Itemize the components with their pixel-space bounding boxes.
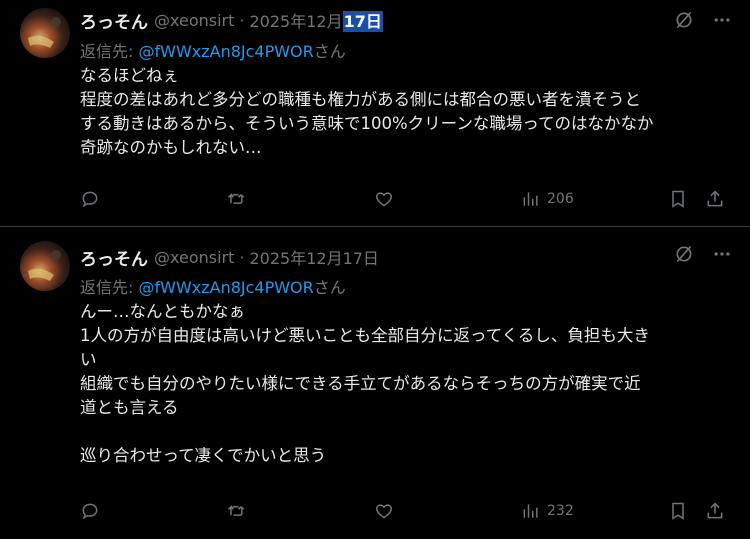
post-date-highlighted: 17日 xyxy=(342,11,383,32)
views-button[interactable]: 206 xyxy=(521,188,574,210)
separator-dot: · xyxy=(239,10,245,30)
like-button[interactable] xyxy=(374,188,394,210)
post-top-actions xyxy=(674,244,732,264)
share-upload-icon xyxy=(707,190,723,207)
post-action-bar: 206 xyxy=(80,188,735,210)
post-header: ろっそん @xeonsirt · 2025年12月17日 xyxy=(80,6,383,34)
tweet-card[interactable]: ろっそん @xeonsirt · 2025年12月17日 返信先: @fWWxz… xyxy=(0,227,750,539)
more-dots-icon[interactable] xyxy=(712,244,732,264)
post-header: ろっそん @xeonsirt · 2025年12月17日 xyxy=(80,243,379,271)
post-text-line: 程度の差はあれど多分どの職種も権力がある側には都合の悪い者を潰そうと xyxy=(80,90,641,109)
post-text-blank-line xyxy=(80,420,735,444)
bookmark-button[interactable] xyxy=(668,500,688,522)
bookmark-icon xyxy=(672,502,684,520)
user-handle[interactable]: @xeonsirt xyxy=(154,248,234,267)
reply-to-line: 返信先: @fWWxzAn8Jc4PWORさん xyxy=(80,38,346,62)
avatar[interactable] xyxy=(20,8,70,58)
post-text-line: んー…なんともかなぁ xyxy=(80,302,245,321)
separator-dot: · xyxy=(239,247,245,267)
repost-icon xyxy=(227,505,245,516)
reply-mention-link[interactable]: @fWWxzAn8Jc4PWOR xyxy=(138,278,313,297)
repost-button[interactable] xyxy=(226,188,246,210)
avatar[interactable] xyxy=(20,241,70,291)
post-date[interactable]: 2025年12月17日 xyxy=(249,245,378,269)
share-button[interactable] xyxy=(705,188,725,210)
post-top-actions xyxy=(674,10,732,30)
repost-icon xyxy=(227,193,245,204)
more-dots-icon[interactable] xyxy=(712,10,732,30)
post-text-line: い xyxy=(80,350,97,369)
reply-button[interactable] xyxy=(80,188,100,210)
repost-button[interactable] xyxy=(226,500,246,522)
post-text-line: する動きはあるから、そういう意味で100%クリーンな職場ってのはなかなか xyxy=(80,114,654,133)
heart-icon xyxy=(375,504,393,519)
bookmark-icon xyxy=(672,190,684,208)
reply-bubble-icon xyxy=(82,503,98,520)
grok-slash-circle-icon[interactable] xyxy=(674,244,694,264)
user-handle[interactable]: @xeonsirt xyxy=(154,11,234,30)
views-button[interactable]: 232 xyxy=(521,500,574,522)
post-text-line: 道とも言える xyxy=(80,398,179,417)
reply-to-label: 返信先: xyxy=(80,42,139,61)
post-text-line: 奇跡なのかもしれない… xyxy=(80,138,262,157)
grok-slash-circle-icon[interactable] xyxy=(674,10,694,30)
reply-mention-link[interactable]: @fWWxzAn8Jc4PWOR xyxy=(138,42,313,61)
reply-to-label: 返信先: xyxy=(80,278,139,297)
display-name[interactable]: ろっそん xyxy=(80,245,148,270)
post-text: なるほどねぇ 程度の差はあれど多分どの職種も権力がある側には都合の悪い者を潰そう… xyxy=(80,64,735,160)
bookmark-button[interactable] xyxy=(668,188,688,210)
heart-icon xyxy=(375,192,393,207)
reply-bubble-icon xyxy=(82,191,98,208)
reply-to-line: 返信先: @fWWxzAn8Jc4PWORさん xyxy=(80,274,346,298)
post-text-line: 1人の方が自由度は高いけど悪いことも全部自分に返ってくるし、負担も大き xyxy=(80,326,650,345)
post-action-bar: 232 xyxy=(80,500,735,522)
view-count: 206 xyxy=(547,191,574,207)
post-text-line: 巡り合わせって凄くでかいと思う xyxy=(80,446,327,465)
tweet-card[interactable]: ろっそん @xeonsirt · 2025年12月17日 返信先: @fWWxz… xyxy=(0,0,750,226)
share-button[interactable] xyxy=(705,500,725,522)
share-upload-icon xyxy=(707,502,723,519)
views-bar-chart-icon xyxy=(523,504,538,518)
post-text-line: 組織でも自分のやりたい様にできる手立てがあるならそっちの方が確実で近 xyxy=(80,374,641,393)
post-text: んー…なんともかなぁ 1人の方が自由度は高いけど悪いことも全部自分に返ってくるし… xyxy=(80,300,735,468)
reply-button[interactable] xyxy=(80,500,100,522)
post-text-line: なるほどねぇ xyxy=(80,66,179,85)
post-date-prefix: 2025年12月 xyxy=(249,12,343,31)
post-date[interactable]: 2025年12月17日 xyxy=(249,8,383,32)
views-bar-chart-icon xyxy=(523,192,538,206)
display-name[interactable]: ろっそん xyxy=(80,8,148,33)
reply-to-suffix: さん xyxy=(313,278,346,297)
view-count: 232 xyxy=(547,503,574,519)
reply-to-suffix: さん xyxy=(313,42,346,61)
like-button[interactable] xyxy=(374,500,394,522)
